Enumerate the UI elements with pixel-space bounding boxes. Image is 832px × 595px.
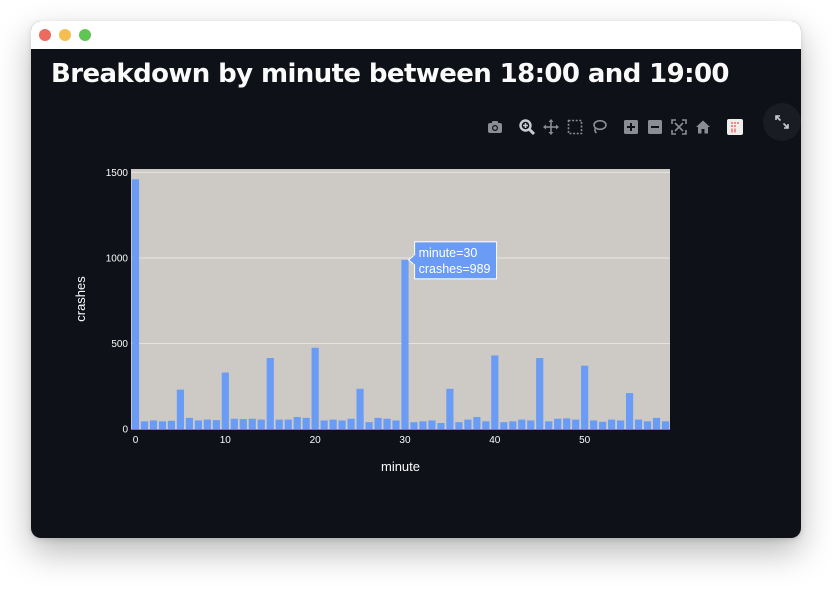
bar (131, 179, 140, 429)
bar (275, 419, 283, 429)
bar (356, 388, 364, 429)
box-select-icon[interactable] (567, 119, 583, 135)
bar (185, 417, 193, 429)
bar (320, 420, 328, 429)
bar (284, 419, 292, 429)
bar (643, 421, 652, 429)
bar (158, 421, 167, 429)
bar (536, 358, 544, 429)
bar (581, 365, 589, 429)
plotly-logo-icon[interactable] (727, 119, 743, 135)
x-tick-label: 40 (489, 435, 501, 446)
bar (140, 421, 149, 429)
bar (473, 417, 481, 429)
bar (563, 418, 571, 429)
bar (401, 259, 409, 429)
bar (203, 419, 211, 429)
bar (661, 421, 670, 429)
x-tick-label: 30 (399, 435, 411, 446)
x-tick-label: 50 (579, 435, 591, 446)
zoom-out-icon[interactable] (647, 119, 663, 135)
y-tick-label: 0 (122, 425, 128, 436)
bar (419, 421, 427, 429)
bar (257, 419, 265, 429)
bar (652, 417, 661, 429)
bar (212, 420, 220, 429)
x-tick-label: 0 (133, 435, 139, 446)
bar (293, 417, 301, 429)
bar (437, 423, 445, 429)
bar (392, 420, 400, 429)
bar (446, 388, 454, 429)
maximize-window-button[interactable] (79, 29, 91, 41)
bar (311, 347, 319, 429)
y-tick-label: 1000 (106, 253, 129, 264)
fullscreen-button[interactable] (763, 103, 801, 141)
close-window-button[interactable] (39, 29, 51, 41)
bar (625, 393, 634, 429)
x-tick-label: 10 (220, 435, 232, 446)
bar (374, 417, 382, 429)
tooltip-joint (413, 255, 416, 265)
app-window: Breakdown by minute between 18:00 and 19… (31, 21, 801, 538)
zoom-icon[interactable] (519, 119, 535, 135)
bar (365, 422, 373, 429)
bar (572, 419, 580, 429)
reset-axes-icon[interactable] (695, 119, 711, 135)
tooltip-line-crashes: crashes=989 (419, 262, 491, 276)
bar (221, 372, 229, 429)
fullscreen-icon (775, 115, 789, 129)
bar (527, 420, 535, 429)
bar-chart[interactable]: 0 500 1000 1500 0 10 20 30 40 50 minute crashes minu… (62, 162, 682, 482)
bar (176, 389, 185, 429)
bar (167, 420, 176, 429)
bar (329, 419, 337, 429)
bar (347, 418, 355, 429)
bar (491, 355, 499, 429)
bar (302, 417, 310, 429)
bar (554, 418, 562, 429)
bar (194, 420, 202, 429)
bar (608, 419, 616, 429)
bar (590, 420, 598, 429)
autoscale-icon[interactable] (671, 119, 687, 135)
bar (482, 421, 490, 429)
bar (599, 421, 607, 429)
tooltip-line-minute: minute=30 (419, 246, 478, 260)
bar (383, 418, 391, 429)
x-tick-label: 20 (310, 435, 322, 446)
bar (410, 422, 418, 429)
bar (518, 419, 526, 429)
bar (239, 419, 247, 429)
x-axis-title: minute (381, 459, 420, 474)
plot-area (131, 169, 670, 429)
bar (464, 419, 472, 429)
bar (266, 358, 274, 429)
y-tick-label: 1500 (106, 168, 129, 179)
bar (500, 422, 508, 429)
pan-icon[interactable] (543, 119, 559, 135)
camera-icon[interactable] (487, 119, 503, 135)
bar (230, 418, 238, 429)
zoom-in-icon[interactable] (623, 119, 639, 135)
bar (455, 422, 463, 429)
window-titlebar (31, 21, 801, 49)
bar (428, 420, 436, 429)
bar (616, 420, 625, 429)
bar (248, 418, 256, 429)
page-title: Breakdown by minute between 18:00 and 19… (51, 59, 730, 89)
bar (545, 421, 553, 429)
bar (149, 420, 158, 429)
bar (634, 419, 643, 429)
lasso-icon[interactable] (591, 119, 607, 135)
y-axis-title: crashes (73, 276, 88, 322)
y-tick-label: 500 (111, 339, 128, 350)
bar (509, 421, 517, 429)
minimize-window-button[interactable] (59, 29, 71, 41)
bar (338, 420, 346, 429)
